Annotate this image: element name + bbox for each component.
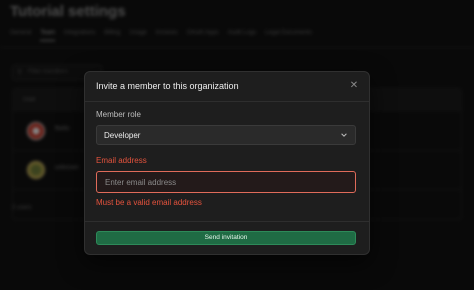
send-invitation-button[interactable]: Send invitation [96,231,356,245]
invite-member-dialog: Invite a member to this organization ✕ M… [84,71,370,255]
dialog-title: Invite a member to this organization [96,81,239,91]
email-input[interactable] [96,171,356,193]
member-role-label: Member role [96,110,141,119]
dialog-footer-divider [85,221,369,222]
member-role-value: Developer [104,131,141,140]
close-icon: ✕ [349,80,359,91]
close-button[interactable]: ✕ [348,80,360,92]
email-error: Must be a valid email address [96,198,202,207]
member-role-select[interactable]: Developer [96,125,356,145]
email-label: Email address [96,156,147,165]
dialog-header: Invite a member to this organization ✕ [85,72,369,102]
chevron-down-icon [341,133,347,137]
